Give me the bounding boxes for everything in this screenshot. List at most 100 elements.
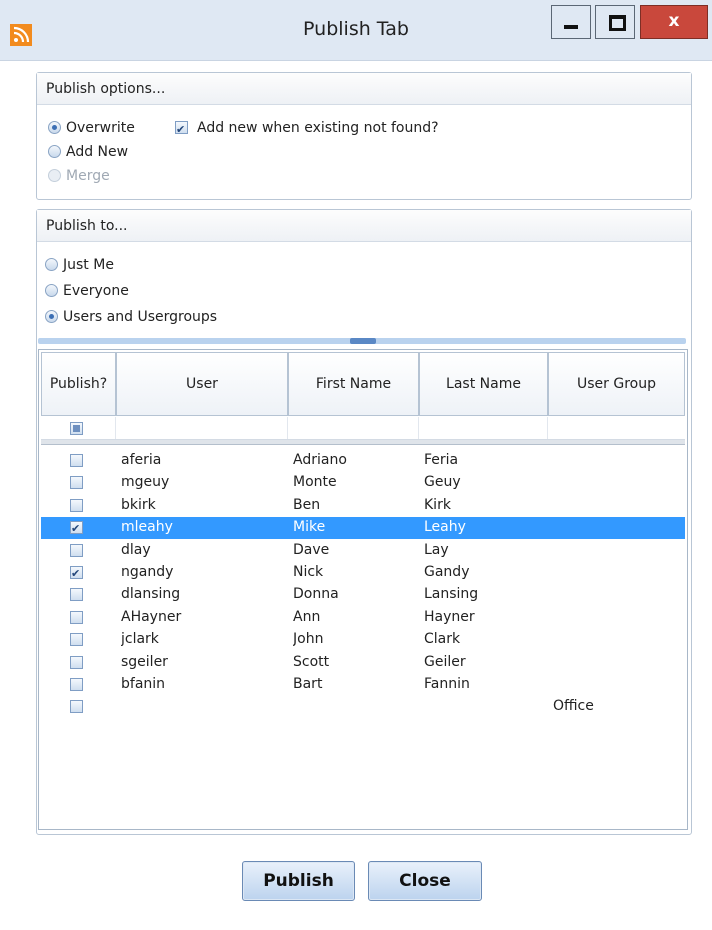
publish-checkbox[interactable] [70,499,83,512]
table-row[interactable]: bkirk Ben Kirk [41,495,685,517]
column-header-first-name[interactable]: First Name [288,352,419,416]
last-name-cell[interactable]: Lansing [424,584,548,606]
filter-cell-last-name[interactable] [419,417,548,439]
table-row[interactable]: AHayner Ann Hayner [41,607,685,629]
publish-cell[interactable] [41,450,116,472]
user-cell[interactable]: mgeuy [121,472,289,494]
publish-cell[interactable] [41,652,116,674]
first-name-cell[interactable]: Nick [293,562,419,584]
publish-checkbox[interactable] [70,544,83,557]
column-header-user-group[interactable]: User Group [548,352,685,416]
last-name-cell[interactable]: Gandy [424,562,548,584]
user-group-cell[interactable] [553,562,685,584]
last-name-cell[interactable]: Geuy [424,472,548,494]
first-name-cell[interactable]: Dave [293,540,419,562]
table-row[interactable]: aferia Adriano Feria [41,450,685,472]
add-new-when-missing-indicator[interactable] [175,119,188,141]
publish-checkbox[interactable] [70,476,83,489]
publish-cell[interactable] [41,607,116,629]
first-name-cell[interactable]: Ben [293,495,419,517]
user-group-cell[interactable] [553,495,685,517]
user-cell[interactable]: AHayner [121,607,289,629]
user-group-cell[interactable] [553,450,685,472]
user-group-cell[interactable] [553,607,685,629]
column-header-publish[interactable]: Publish? [41,352,116,416]
users-and-usergroups-radio-indicator[interactable] [45,310,58,323]
first-name-cell[interactable]: John [293,629,419,651]
publish-button[interactable]: Publish [242,861,355,901]
first-name-cell[interactable]: Monte [293,472,419,494]
first-name-cell[interactable]: Bart [293,674,419,696]
publish-checkbox[interactable] [70,633,83,646]
column-header-last-name[interactable]: Last Name [419,352,548,416]
user-cell[interactable]: jclark [121,629,289,651]
splitter-grip-handle[interactable] [350,338,376,344]
table-row[interactable]: Office [41,696,685,718]
table-row[interactable]: dlay Dave Lay [41,540,685,562]
user-cell[interactable]: mleahy [121,517,289,539]
table-row[interactable]: mleahyMikeLeahy [41,517,685,539]
first-name-cell[interactable]: Ann [293,607,419,629]
publish-checkbox[interactable] [70,454,83,467]
user-cell[interactable]: bfanin [121,674,289,696]
publish-cell[interactable] [41,584,116,606]
user-cell[interactable]: bkirk [121,495,289,517]
user-cell[interactable]: ngandy [121,562,289,584]
filter-cell-user[interactable] [116,417,288,439]
user-group-cell[interactable] [553,674,685,696]
publish-checkbox[interactable] [70,678,83,691]
filter-cell-first-name[interactable] [288,417,419,439]
publish-cell[interactable] [41,472,116,494]
add-new-radio-indicator[interactable] [48,145,61,158]
last-name-cell[interactable] [424,696,548,718]
users-grid[interactable]: Publish? User First Name Last Name User … [38,349,688,830]
publish-cell[interactable] [41,629,116,651]
first-name-cell[interactable]: Adriano [293,450,419,472]
user-cell[interactable]: dlansing [121,584,289,606]
publish-checkbox[interactable] [70,564,83,584]
column-header-user[interactable]: User [116,352,288,416]
close-window-button[interactable]: x [640,5,708,39]
filter-cell-publish[interactable] [41,417,116,439]
last-name-cell[interactable]: Hayner [424,607,548,629]
filter-cell-user-group[interactable] [548,417,685,439]
user-group-cell[interactable] [553,629,685,651]
overwrite-radio-indicator[interactable] [48,121,61,134]
user-group-cell[interactable] [553,584,685,606]
maximize-button[interactable] [595,5,635,39]
publish-cell[interactable] [41,696,116,718]
table-row[interactable]: bfanin Bart Fannin [41,674,685,696]
close-button[interactable]: Close [368,861,482,901]
last-name-cell[interactable]: Geiler [424,652,548,674]
user-group-cell[interactable]: Office [553,696,685,718]
select-all-checkbox[interactable] [70,422,83,435]
user-cell[interactable] [121,696,289,718]
last-name-cell[interactable]: Leahy [424,517,548,539]
publish-cell[interactable] [41,540,116,562]
publish-cell[interactable] [41,517,116,539]
user-cell[interactable]: aferia [121,450,289,472]
user-cell[interactable]: sgeiler [121,652,289,674]
publish-checkbox[interactable] [70,656,83,669]
first-name-cell[interactable]: Scott [293,652,419,674]
publish-checkbox[interactable] [70,588,83,601]
table-row[interactable]: dlansing Donna Lansing [41,584,685,606]
last-name-cell[interactable]: Clark [424,629,548,651]
publish-cell[interactable] [41,674,116,696]
title-bar[interactable]: Publish Tab x [0,0,712,61]
last-name-cell[interactable]: Feria [424,450,548,472]
first-name-cell[interactable] [293,696,419,718]
table-row[interactable]: mgeuy Monte Geuy [41,472,685,494]
first-name-cell[interactable]: Mike [293,517,419,539]
table-row[interactable]: ngandyNickGandy [41,562,685,584]
just-me-radio-indicator[interactable] [45,258,58,271]
last-name-cell[interactable]: Fannin [424,674,548,696]
publish-cell[interactable] [41,562,116,584]
last-name-cell[interactable]: Kirk [424,495,548,517]
everyone-radio-indicator[interactable] [45,284,58,297]
publish-cell[interactable] [41,495,116,517]
minimize-button[interactable] [551,5,591,39]
user-group-cell[interactable] [553,652,685,674]
user-group-cell[interactable] [553,517,685,539]
last-name-cell[interactable]: Lay [424,540,548,562]
